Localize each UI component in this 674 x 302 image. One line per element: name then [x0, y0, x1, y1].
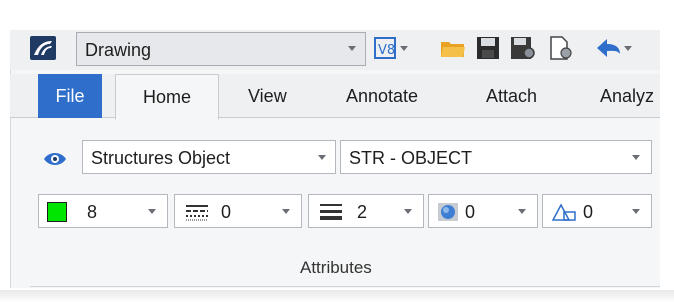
tab-home[interactable]: Home [115, 74, 219, 120]
app-logo-icon[interactable] [30, 36, 56, 60]
transparency-combo[interactable]: 0 [428, 194, 538, 228]
line-weight-icon [320, 204, 342, 220]
priority-value: 0 [583, 202, 594, 222]
chevron-down-icon [404, 209, 412, 214]
chevron-down-icon [518, 209, 526, 214]
workflow-combo[interactable]: Drawing [76, 32, 366, 66]
save-icon[interactable] [476, 36, 500, 60]
window-shadow [0, 290, 674, 302]
level-value: Structures Object [91, 148, 231, 168]
workflow-value: Drawing [85, 40, 152, 60]
line-style-value: 0 [221, 202, 232, 222]
line-weight-value: 2 [357, 202, 368, 222]
tab-view[interactable]: View [248, 74, 287, 118]
line-style-combo[interactable]: 0 [174, 194, 302, 228]
color-value: 8 [87, 202, 98, 222]
chevron-down-icon [632, 155, 640, 160]
v8-icon[interactable]: V8 [374, 36, 410, 60]
element-template-value: STR - OBJECT [349, 148, 473, 168]
undo-icon[interactable] [594, 36, 634, 60]
priority-icon [551, 203, 576, 221]
line-style-icon [186, 205, 208, 221]
chevron-down-icon [282, 209, 290, 214]
priority-combo[interactable]: 0 [542, 194, 652, 228]
chevron-down-icon [348, 46, 356, 51]
chevron-down-icon [632, 209, 640, 214]
ribbon-group-divider [30, 286, 660, 287]
tab-attach[interactable]: Attach [486, 74, 537, 118]
chevron-down-icon [318, 155, 326, 160]
properties-icon[interactable] [548, 36, 574, 60]
transparency-value: 0 [465, 202, 476, 222]
ribbon-tab-bar [10, 74, 660, 118]
svg-text:V8: V8 [378, 43, 395, 58]
open-folder-icon[interactable] [440, 36, 466, 60]
tab-file[interactable]: File [38, 74, 102, 118]
color-swatch [47, 202, 67, 222]
element-template-combo[interactable]: STR - OBJECT [340, 140, 652, 174]
level-combo[interactable]: Structures Object [82, 140, 336, 174]
color-combo[interactable]: 8 [38, 194, 168, 228]
transparency-icon [438, 203, 458, 221]
ribbon-group-label: Attributes [300, 258, 372, 277]
tab-annotate[interactable]: Annotate [346, 74, 418, 118]
line-weight-combo[interactable]: 2 [308, 194, 424, 228]
chevron-down-icon [148, 209, 156, 214]
tab-analyze[interactable]: Analyz [600, 74, 660, 118]
save-settings-icon[interactable] [510, 36, 536, 60]
level-display-icon[interactable] [42, 148, 68, 170]
